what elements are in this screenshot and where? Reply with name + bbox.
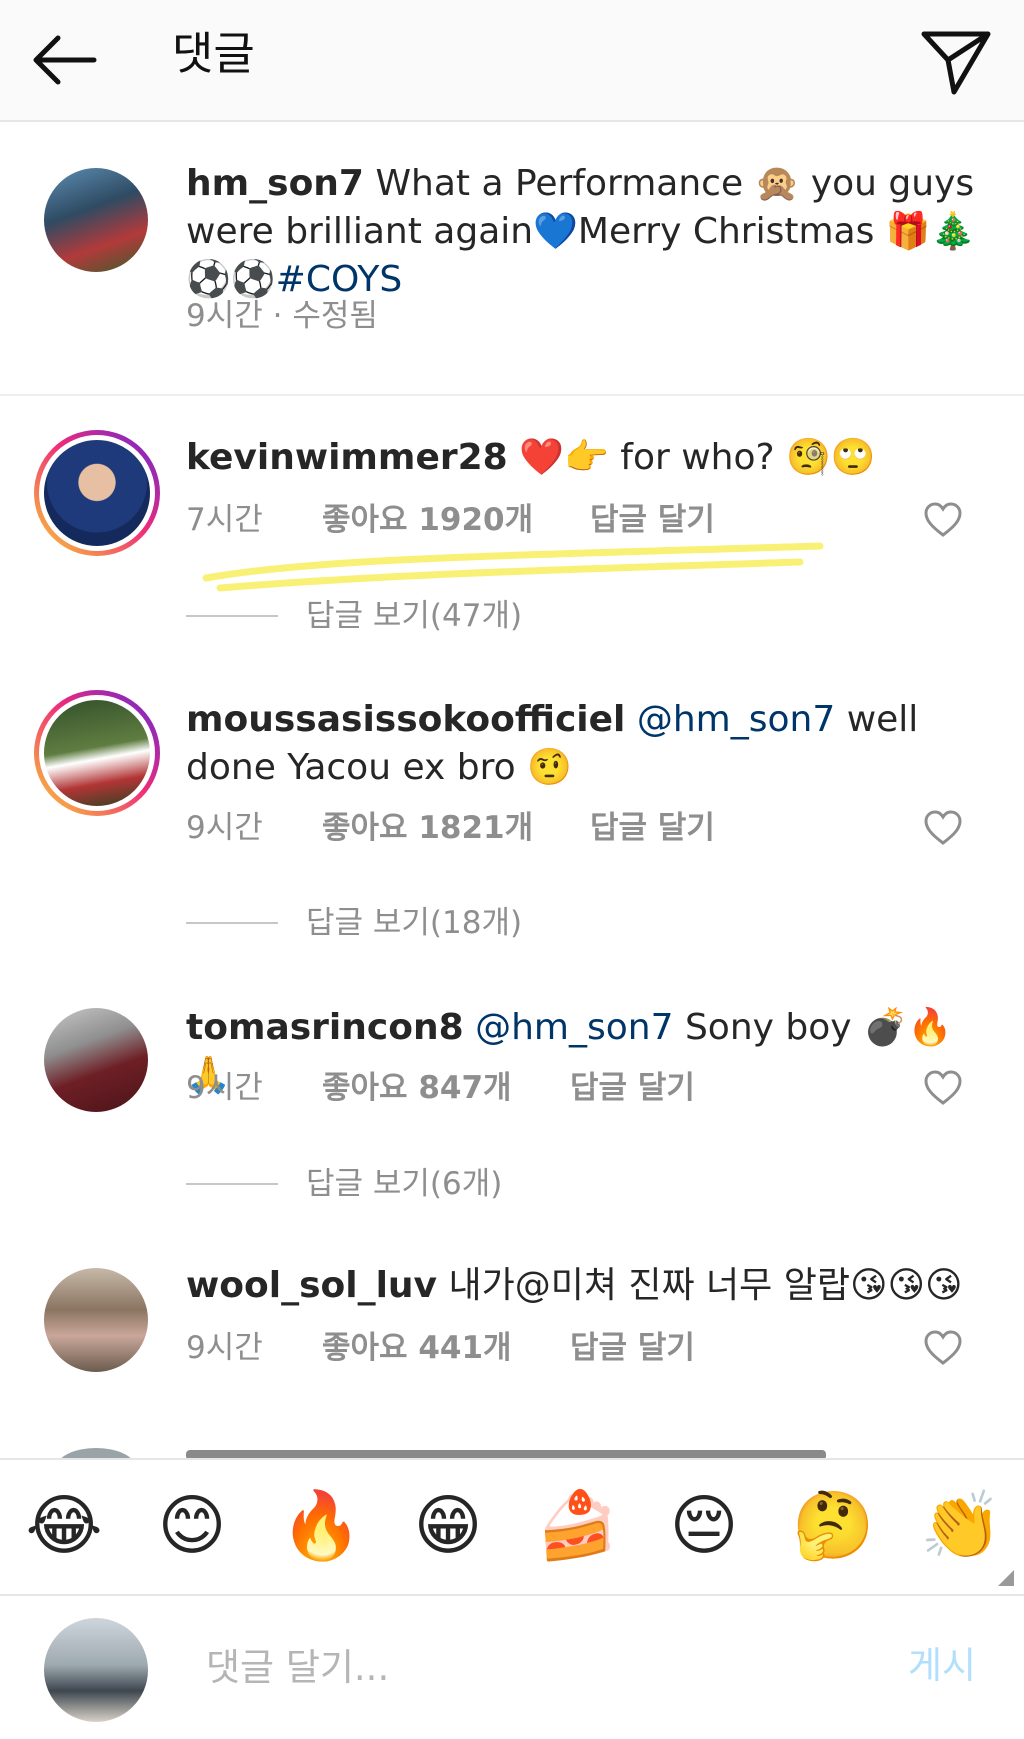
comment-username[interactable]: kevinwimmer28: [186, 437, 508, 478]
comment-likes[interactable]: 좋아요 847개: [322, 1068, 512, 1108]
comment-time: 9시간: [186, 810, 263, 846]
view-replies-line: [186, 1183, 278, 1185]
emoji-option[interactable]: 👏: [920, 1486, 1002, 1566]
view-replies-button[interactable]: 답글 보기(47개): [306, 596, 522, 636]
view-replies-button[interactable]: 답글 보기(18개): [306, 903, 522, 943]
caption-meta: 9시간 · 수정됨: [186, 298, 378, 334]
like-heart-icon[interactable]: [923, 808, 963, 848]
emoji-option[interactable]: 🔥: [280, 1486, 362, 1566]
top-app-bar: 댓글: [0, 0, 1024, 122]
avatar[interactable]: [34, 430, 160, 556]
reply-button[interactable]: 답글 달기: [570, 1068, 695, 1108]
comment-composer: 게시: [0, 1594, 1024, 1739]
avatar[interactable]: [44, 1008, 148, 1112]
like-heart-icon[interactable]: [923, 1068, 963, 1108]
comment-body: 내가@미쳐 진짜 너무 알랍😘😘😘: [448, 1265, 963, 1306]
comment-text: wool_sol_luv 내가@미쳐 진짜 너무 알랍😘😘😘: [186, 1262, 996, 1310]
post-caption: hm_son7 What a Performance 🙊 you guys we…: [0, 120, 1024, 396]
comment-username[interactable]: moussasissokoofficiel: [186, 699, 625, 740]
emoji-option[interactable]: 🍰: [536, 1486, 618, 1566]
like-heart-icon[interactable]: [923, 500, 963, 540]
comment-text: moussasissokoofficiel @hm_son7 well done…: [186, 696, 986, 792]
yellow-highlighter-stroke: [202, 542, 824, 592]
comment-time: 9시간: [186, 1330, 263, 1366]
comment-mention[interactable]: @hm_son7: [475, 1007, 673, 1048]
resize-grip-icon: [998, 1570, 1014, 1586]
emoji-option[interactable]: 😔: [664, 1486, 744, 1566]
post-button[interactable]: 게시: [908, 1636, 976, 1696]
comment-mention[interactable]: @hm_son7: [637, 699, 835, 740]
emoji-quick-bar: 😂 😊 🔥 😁 🍰 😔 🤔 👏: [0, 1458, 1024, 1596]
avatar[interactable]: [44, 168, 148, 272]
page-title: 댓글: [172, 27, 255, 80]
like-heart-icon[interactable]: [923, 1328, 963, 1368]
comment-input[interactable]: [204, 1636, 858, 1698]
view-replies-button[interactable]: 답글 보기(6개): [306, 1164, 502, 1204]
comment-username[interactable]: tomasrincon8: [186, 1007, 464, 1048]
reply-button[interactable]: 답글 달기: [570, 1328, 695, 1368]
back-arrow-icon[interactable]: [28, 22, 104, 98]
emoji-option[interactable]: 😂: [24, 1486, 104, 1566]
comment-text: kevinwimmer28 ❤️👉 for who? 🧐🙄: [186, 434, 976, 482]
caption-text: hm_son7 What a Performance 🙊 you guys we…: [186, 160, 976, 304]
emoji-option[interactable]: 😁: [408, 1486, 488, 1566]
caption-hashtag[interactable]: #COYS: [276, 259, 403, 300]
reply-button[interactable]: 답글 달기: [590, 808, 715, 848]
comment-likes[interactable]: 좋아요 1821개: [322, 808, 533, 848]
share-send-icon[interactable]: [918, 22, 994, 98]
comment-likes[interactable]: 좋아요 441개: [322, 1328, 512, 1368]
view-replies-line: [186, 615, 278, 617]
emoji-option[interactable]: 😊: [152, 1486, 232, 1566]
comment-body: ❤️👉 for who? 🧐🙄: [519, 437, 876, 478]
view-replies-line: [186, 922, 278, 924]
avatar[interactable]: [34, 690, 160, 816]
clipped-next-comment: [0, 1440, 1024, 1458]
current-user-avatar[interactable]: [44, 1618, 148, 1722]
comment-username[interactable]: wool_sol_luv: [186, 1265, 437, 1306]
emoji-option[interactable]: 🤔: [792, 1486, 874, 1566]
caption-username[interactable]: hm_son7: [186, 163, 364, 204]
avatar[interactable]: [44, 1268, 148, 1372]
comment-time: 9시간: [186, 1070, 263, 1106]
